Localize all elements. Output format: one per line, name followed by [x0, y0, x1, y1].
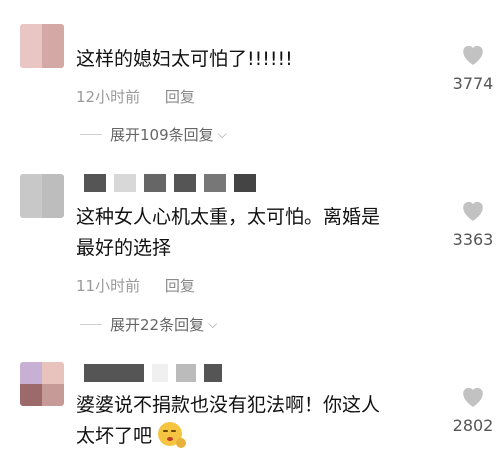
- like-button[interactable]: 3363: [446, 198, 500, 249]
- comment-text-fragment: 太坏了吧: [76, 425, 153, 447]
- like-button[interactable]: 2802: [446, 384, 500, 435]
- expand-replies-button[interactable]: 展开22条回复 ⌵: [80, 314, 217, 335]
- chevron-down-icon: ⌵: [208, 317, 218, 331]
- comment-time: 12小时前: [76, 88, 141, 106]
- chevron-down-icon: ⌵: [217, 127, 227, 141]
- comment-meta: 12小时前 回复: [76, 86, 195, 107]
- comment-text: 这种女人心机太重，太可怕。离婚是 最好的选择: [76, 202, 436, 264]
- comment-text: 这样的媳妇太可怕了!!!!!!: [76, 48, 293, 70]
- avatar[interactable]: [20, 24, 64, 68]
- masked-username: [84, 364, 222, 382]
- divider: [80, 324, 102, 325]
- masked-username: [84, 174, 256, 192]
- face-with-hand-over-mouth-icon: [158, 422, 187, 448]
- heart-icon: [463, 201, 483, 221]
- reply-button[interactable]: 回复: [165, 88, 195, 106]
- divider: [80, 134, 102, 135]
- comment-3: 婆婆说不捐款也没有犯法啊！你这人 太坏了吧 2802: [0, 340, 500, 466]
- comment-text-line: 这种女人心机太重，太可怕。离婚是: [76, 206, 381, 228]
- comment-text: 婆婆说不捐款也没有犯法啊！你这人 太坏了吧: [76, 390, 436, 452]
- comment-meta: 11小时前 回复: [76, 275, 195, 296]
- avatar[interactable]: [20, 362, 64, 406]
- expand-label: 展开109条回复: [110, 126, 214, 144]
- like-count: 3774: [452, 74, 494, 93]
- heart-icon: [463, 45, 483, 65]
- expand-replies-button[interactable]: 展开109条回复 ⌵: [80, 124, 227, 145]
- like-count: 2802: [452, 416, 494, 435]
- comment-text-line: 婆婆说不捐款也没有犯法啊！你这人: [76, 394, 381, 416]
- heart-icon: [463, 387, 483, 407]
- comment-text-line: 太坏了吧: [76, 421, 436, 452]
- like-button[interactable]: 3774: [446, 42, 500, 93]
- comment-time: 11小时前: [76, 277, 141, 295]
- avatar[interactable]: [20, 174, 64, 218]
- comment-1: 这样的媳妇太可怕了!!!!!! 12小时前 回复 展开109条回复 ⌵ 3774: [0, 0, 500, 160]
- like-count: 3363: [452, 230, 494, 249]
- expand-label: 展开22条回复: [110, 316, 205, 334]
- comment-text-line: 最好的选择: [76, 237, 172, 259]
- reply-button[interactable]: 回复: [165, 277, 195, 295]
- comment-2: 这种女人心机太重，太可怕。离婚是 最好的选择 11小时前 回复 展开22条回复 …: [0, 160, 500, 340]
